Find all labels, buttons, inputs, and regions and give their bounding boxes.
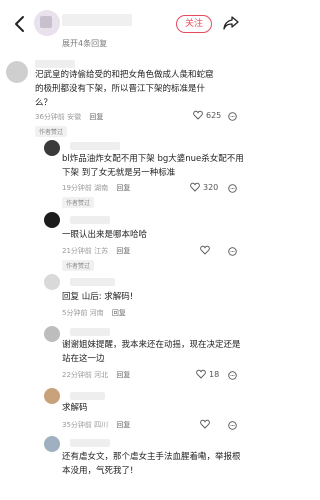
author-name-redacted	[62, 14, 132, 26]
commenter-name-redacted	[35, 60, 75, 68]
comment-meta: 35分钟前 四川 回复	[62, 420, 130, 430]
like-button[interactable]	[200, 245, 213, 255]
heart-icon	[200, 245, 210, 255]
comment-meta: 21分钟前 江苏 回复	[62, 246, 130, 256]
comment-item: bl炸品油炸女配不用下架 bg大婆nue杀女配不用下架 到了女无就是另一种标准 …	[0, 138, 254, 210]
comment-meta: 36分钟前 安徽 回复	[35, 112, 103, 122]
commenter-avatar[interactable]	[44, 212, 60, 228]
comment-text: 求解码	[62, 403, 88, 413]
commenter-name-redacted	[70, 142, 120, 150]
comment-reply-icon[interactable]	[228, 421, 237, 430]
comment-time-location: 36分钟前 安徽	[35, 113, 82, 121]
comment-item: 回复 山后: 求解码! 5分钟前 河南 回复	[0, 272, 254, 320]
reply-button[interactable]: 回复	[116, 247, 130, 255]
author-avatar[interactable]	[34, 10, 60, 36]
comment-time-location: 22分钟前 河北	[62, 371, 109, 379]
comment-time-location: 19分钟前 湖南	[62, 184, 109, 192]
comment-meta: 22分钟前 河北 回复	[62, 370, 130, 380]
like-button[interactable]: 320	[190, 182, 218, 192]
commenter-avatar[interactable]	[44, 326, 60, 342]
expand-replies-link[interactable]: 展开4条回复	[62, 38, 107, 49]
share-icon[interactable]	[222, 14, 240, 32]
comment-time-location: 5分钟前 河南	[62, 309, 104, 317]
commenter-name-redacted	[70, 216, 110, 224]
comment-time-location: 35分钟前 四川	[62, 421, 109, 429]
follow-button[interactable]: 关注	[176, 15, 212, 33]
reply-button[interactable]: 回复	[116, 421, 130, 429]
reply-button[interactable]: 回复	[112, 309, 126, 317]
comment-item: 汜武皇的诗偷给受的和把女角色做成人彘和蛇窟的极刑都没有下架，所以晋江下架的标准是…	[0, 56, 254, 137]
like-button[interactable]: 625	[193, 110, 221, 120]
comment-item: 求解码 35分钟前 四川 回复	[0, 386, 254, 434]
comment-meta: 5分钟前 河南 回复	[62, 308, 126, 318]
comment-item: 还有虐女文，那个虐女主手法血腥着嘞，举报根本没用，气死我了!	[0, 434, 254, 500]
comment-reply-icon[interactable]	[228, 184, 237, 193]
commenter-name-redacted	[70, 439, 110, 447]
author-liked-badge: 作者赞过	[62, 260, 95, 271]
comment-reply-icon[interactable]	[228, 371, 237, 380]
top-bar: 关注 展开4条回复	[0, 0, 254, 50]
author-liked-badge: 作者赞过	[35, 126, 68, 137]
back-arrow-icon[interactable]	[12, 14, 28, 34]
heart-icon	[190, 182, 200, 192]
comment-meta: 19分钟前 湖南 回复	[62, 183, 130, 193]
comment-text: 回复 山后: 求解码!	[62, 292, 134, 302]
author-liked-badge: 作者赞过	[62, 197, 95, 208]
comment-item: 谢谢姐妹提醒，我本来还在动摇，现在决定还是站在这一边 22分钟前 河北 回复 1…	[0, 324, 254, 384]
comment-text: 汜武皇的诗偷给受的和把女角色做成人彘和蛇窟的极刑都没有下架，所以晋江下架的标准是…	[35, 70, 214, 108]
heart-icon	[196, 369, 206, 379]
reply-button[interactable]: 回复	[89, 113, 103, 121]
like-button[interactable]	[200, 419, 213, 429]
like-count: 320	[203, 183, 219, 192]
comment-text: bl炸品油炸女配不用下架 bg大婆nue杀女配不用下架 到了女无就是另一种标准	[62, 154, 244, 178]
like-button[interactable]: 18	[196, 369, 219, 379]
comment-text: 谢谢姐妹提醒，我本来还在动摇，现在决定还是站在这一边	[62, 340, 241, 364]
comment-text: 一眼认出来是哪本哈哈	[62, 230, 148, 240]
heart-icon	[193, 110, 203, 120]
comment-item: 一眼认出来是哪本哈哈 21分钟前 江苏 回复 作者赞过	[0, 210, 254, 271]
heart-icon	[200, 419, 210, 429]
comment-reply-icon[interactable]	[228, 112, 237, 121]
reply-button[interactable]: 回复	[116, 371, 130, 379]
commenter-avatar[interactable]	[44, 436, 60, 452]
commenter-avatar[interactable]	[44, 140, 60, 156]
like-count: 18	[209, 370, 220, 379]
comment-time-location: 21分钟前 江苏	[62, 247, 109, 255]
comment-text: 还有虐女文，那个虐女主手法血腥着嘞，举报根本没用，气死我了!	[62, 452, 241, 476]
commenter-avatar[interactable]	[44, 274, 60, 290]
commenter-avatar[interactable]	[44, 388, 60, 404]
commenter-avatar[interactable]	[6, 61, 28, 83]
commenter-name-redacted	[70, 392, 105, 400]
reply-button[interactable]: 回复	[116, 184, 130, 192]
commenter-name-redacted	[70, 328, 110, 336]
comment-reply-icon[interactable]	[228, 247, 237, 256]
like-count: 625	[206, 111, 222, 120]
commenter-name-redacted	[70, 278, 115, 286]
